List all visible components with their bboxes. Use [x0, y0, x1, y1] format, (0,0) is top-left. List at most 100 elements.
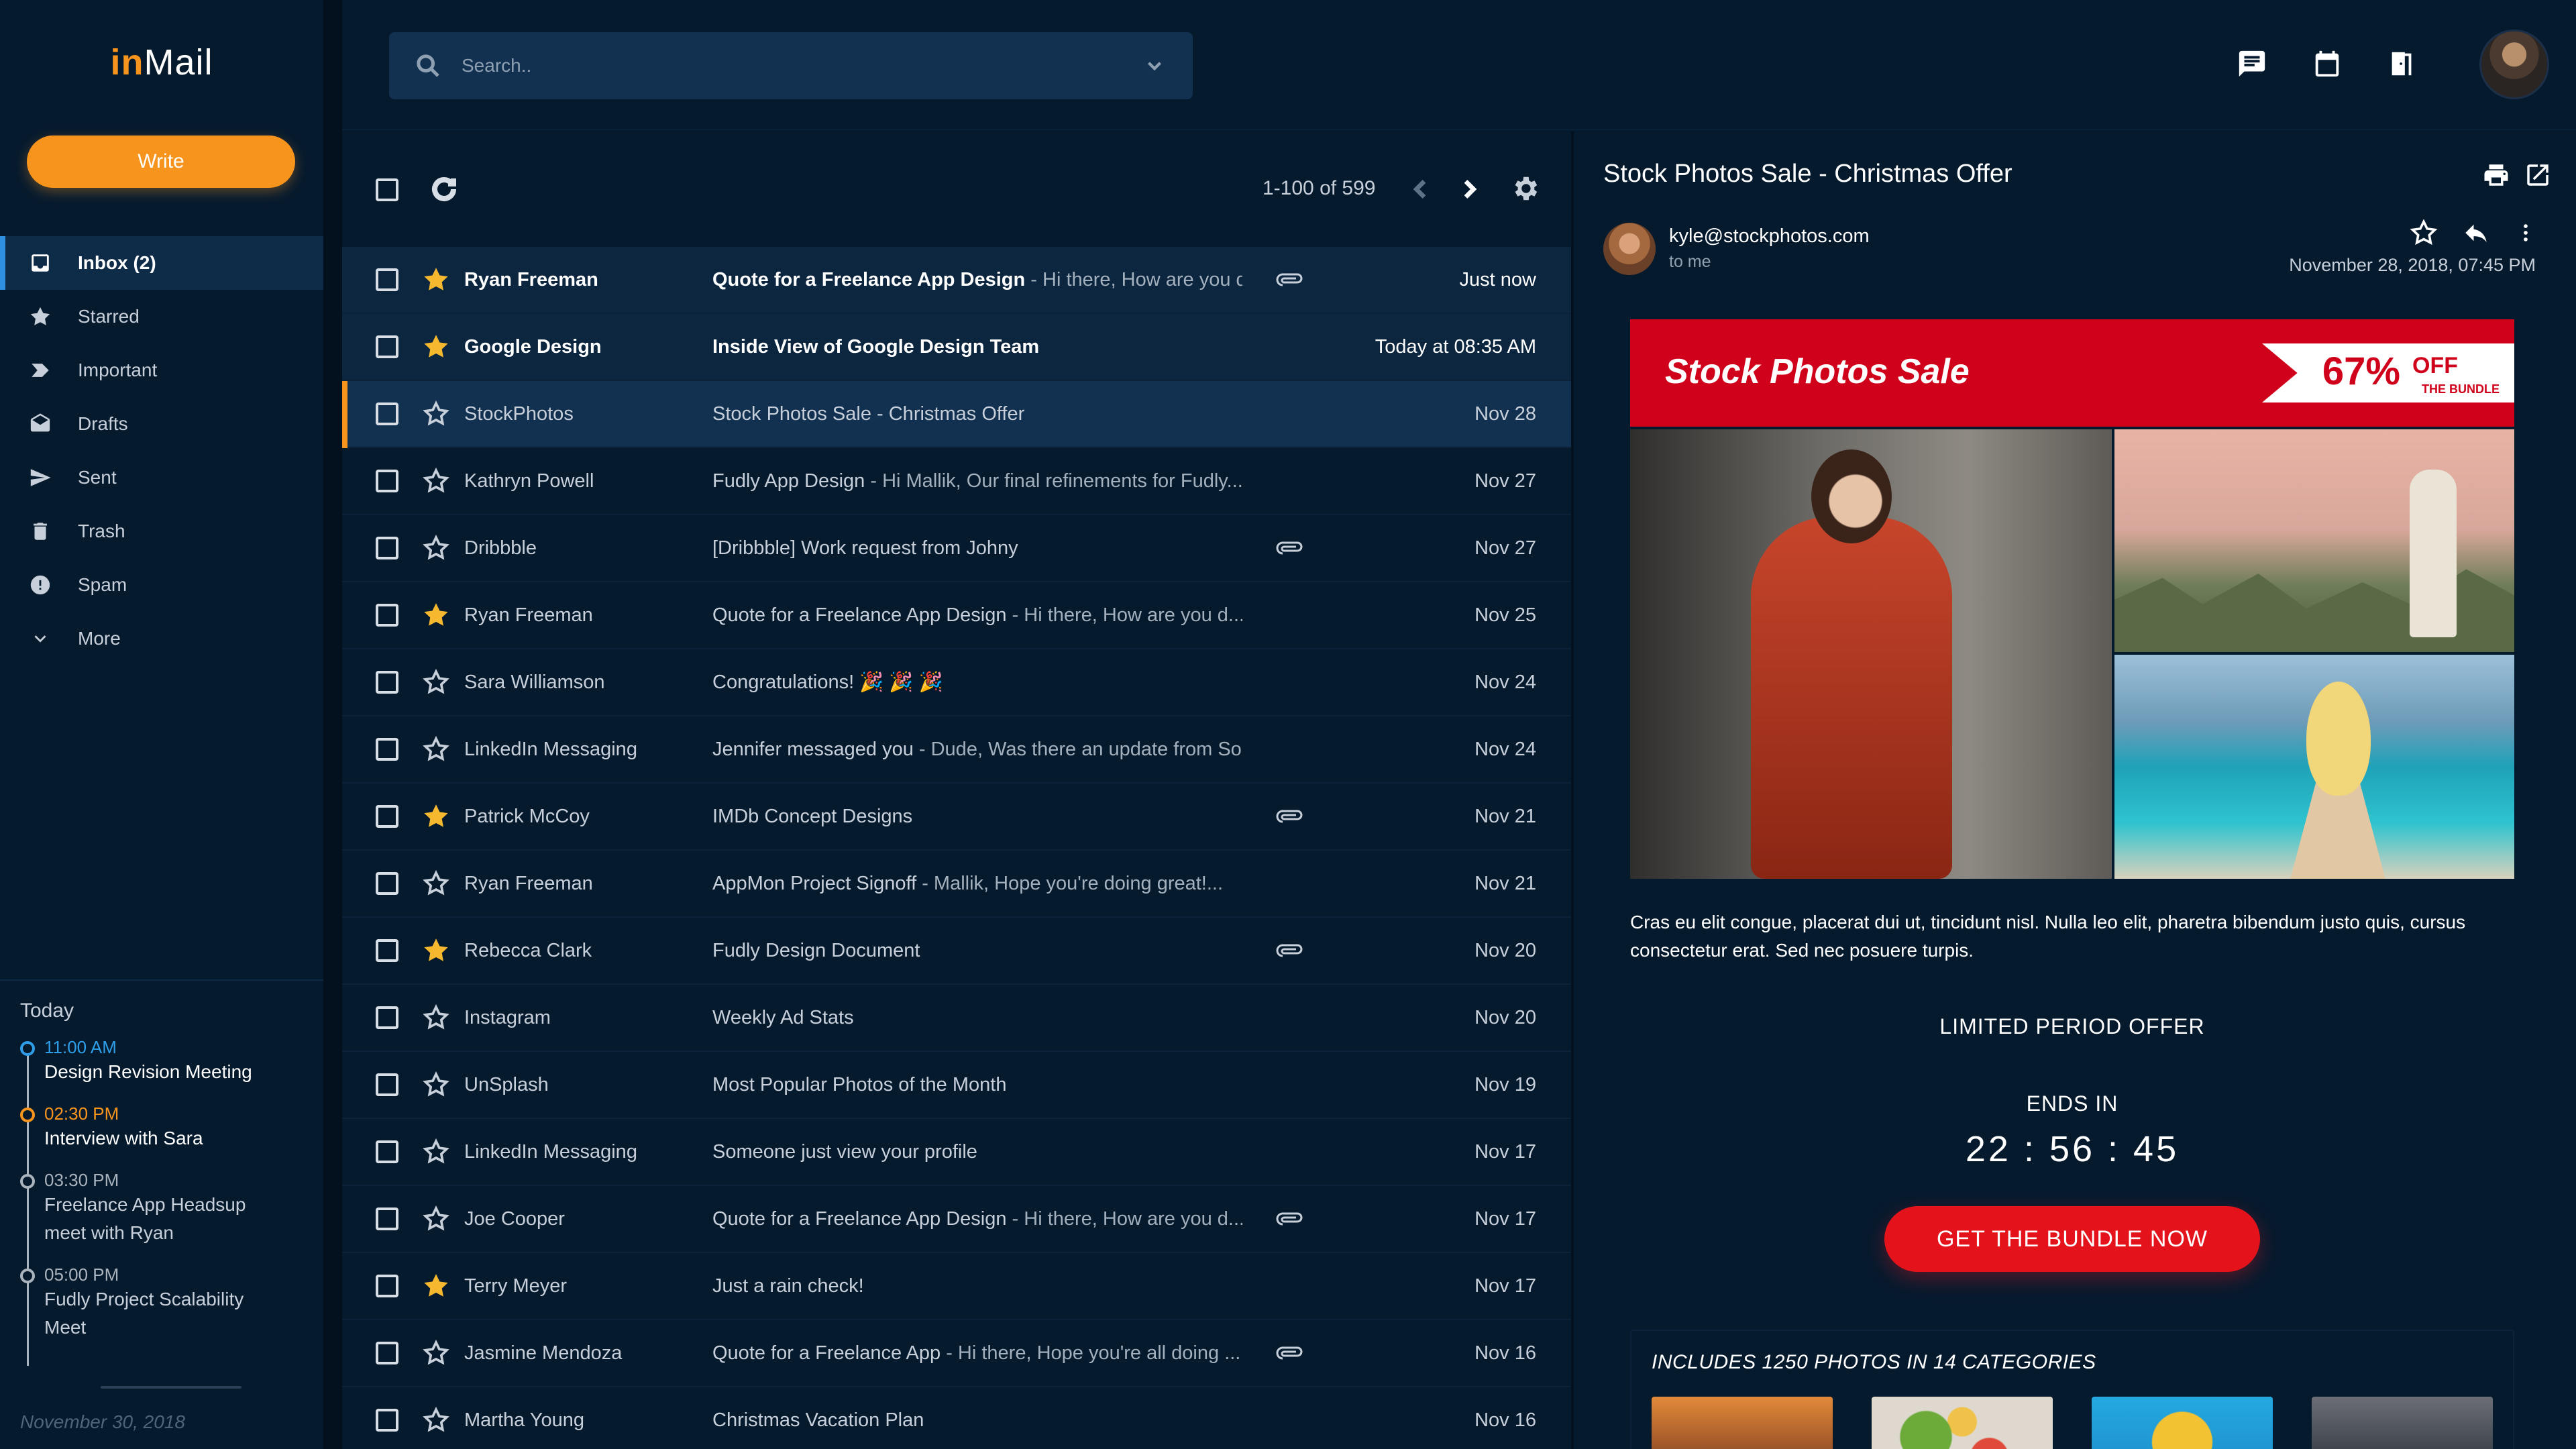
gear-icon[interactable]: [1509, 173, 1540, 204]
email-checkbox[interactable]: [376, 402, 398, 425]
email-row[interactable]: Google Design Inside View of Google Desig…: [342, 314, 1571, 381]
email-row[interactable]: UnSplash Most Popular Photos of the Month…: [342, 1052, 1571, 1119]
sidebar-item-important[interactable]: Important: [0, 343, 323, 397]
star-icon[interactable]: [423, 1273, 449, 1299]
email-row[interactable]: Terry Meyer Just a rain check! Nov 17: [342, 1253, 1571, 1320]
email-row[interactable]: LinkedIn Messaging Jennifer messaged you …: [342, 716, 1571, 784]
email-checkbox[interactable]: [376, 1140, 398, 1163]
email-row[interactable]: Rebecca Clark Fudly Design Document Nov 20: [342, 918, 1571, 985]
email-row[interactable]: Ryan Freeman Quote for a Freelance App De…: [342, 582, 1571, 649]
agenda-event[interactable]: 11:00 AM Design Revision Meeting: [20, 1037, 315, 1086]
email-row[interactable]: Dribbble [Dribbble] Work request from Joh…: [342, 515, 1571, 582]
star-icon[interactable]: [423, 937, 449, 964]
email-row[interactable]: Sara Williamson Congratulations! 🎉 🎉 🎉 Nov…: [342, 649, 1571, 716]
star-icon[interactable]: [423, 602, 449, 629]
email-subject-line: Just a rain check!: [712, 1275, 1242, 1297]
chevron-left-icon[interactable]: [1407, 176, 1434, 203]
photo-hot-air-balloons[interactable]: [2114, 429, 2514, 652]
sidebar-item-sent[interactable]: Sent: [0, 451, 323, 504]
star-icon[interactable]: [423, 870, 449, 897]
email-checkbox[interactable]: [376, 1006, 398, 1029]
sidebar-item-spam[interactable]: Spam: [0, 558, 323, 612]
get-bundle-button[interactable]: GET THE BUNDLE NOW: [1884, 1206, 2260, 1272]
email-checkbox[interactable]: [376, 1073, 398, 1096]
email-checkbox[interactable]: [376, 872, 398, 895]
agenda-scrollbar[interactable]: [101, 1386, 241, 1389]
email-row[interactable]: Martha Young Christmas Vacation Plan Nov 1…: [342, 1387, 1571, 1449]
star-icon[interactable]: [423, 1071, 449, 1098]
star-icon[interactable]: [423, 468, 449, 494]
star-icon[interactable]: [423, 1407, 449, 1434]
category-thumb[interactable]: [2312, 1397, 2493, 1449]
star-icon[interactable]: [423, 400, 449, 427]
star-icon[interactable]: [423, 669, 449, 696]
star-icon[interactable]: [423, 1205, 449, 1232]
countdown-timer: 22 : 56 : 45: [1965, 1129, 2180, 1169]
reply-icon[interactable]: [2462, 219, 2490, 247]
category-thumb[interactable]: [1872, 1397, 2053, 1449]
app-logo[interactable]: inMail: [0, 42, 323, 83]
star-icon[interactable]: [423, 736, 449, 763]
email-row[interactable]: Ryan Freeman AppMon Project Signoff - Mal…: [342, 851, 1571, 918]
chat-icon[interactable]: [2237, 48, 2267, 79]
email-checkbox[interactable]: [376, 805, 398, 828]
star-icon[interactable]: [423, 333, 449, 360]
photo-pineapple-beach[interactable]: [2114, 655, 2514, 879]
star-icon[interactable]: [423, 803, 449, 830]
sidebar-item-starred[interactable]: Starred: [0, 290, 323, 343]
sender-avatar[interactable]: [1603, 223, 1656, 275]
sidebar-divider: [0, 979, 323, 981]
star-icon[interactable]: [423, 1138, 449, 1165]
email-checkbox[interactable]: [376, 268, 398, 291]
email-checkbox[interactable]: [376, 335, 398, 358]
email-checkbox[interactable]: [376, 671, 398, 694]
write-button[interactable]: Write: [27, 136, 295, 188]
print-icon[interactable]: [2482, 161, 2510, 189]
chevron-right-icon[interactable]: [1456, 176, 1483, 203]
search-bar[interactable]: [389, 32, 1193, 99]
email-row[interactable]: Instagram Weekly Ad Stats Nov 20: [342, 985, 1571, 1052]
star-icon[interactable]: [423, 535, 449, 561]
email-row[interactable]: Kathryn Powell Fudly App Design - Hi Mall…: [342, 448, 1571, 515]
email-checkbox[interactable]: [376, 537, 398, 559]
more-vertical-icon[interactable]: [2514, 219, 2537, 247]
star-icon[interactable]: [423, 266, 449, 293]
email-checkbox[interactable]: [376, 939, 398, 962]
sender-email[interactable]: kyle@stockphotos.com: [1669, 225, 1870, 248]
calendar-icon[interactable]: [2312, 48, 2343, 79]
email-row[interactable]: Ryan Freeman Quote for a Freelance App De…: [342, 247, 1571, 314]
open-external-icon[interactable]: [2524, 161, 2552, 189]
email-row[interactable]: StockPhotos Stock Photos Sale - Christmas…: [342, 381, 1571, 448]
category-thumb[interactable]: [2092, 1397, 2273, 1449]
sidebar-item-inbox[interactable]: Inbox (2): [0, 236, 323, 290]
email-checkbox[interactable]: [376, 604, 398, 627]
refresh-icon[interactable]: [428, 173, 460, 205]
logout-door-icon[interactable]: [2387, 48, 2418, 79]
email-checkbox[interactable]: [376, 470, 398, 492]
email-row[interactable]: Joe Cooper Quote for a Freelance App Desi…: [342, 1186, 1571, 1253]
star-icon[interactable]: [2410, 219, 2438, 247]
email-checkbox[interactable]: [376, 1275, 398, 1297]
star-icon[interactable]: [423, 1004, 449, 1031]
search-input[interactable]: [462, 55, 1099, 76]
email-checkbox[interactable]: [376, 1208, 398, 1230]
photo-woman-red-coat[interactable]: [1630, 429, 2112, 879]
sidebar-item-trash[interactable]: Trash: [0, 504, 323, 558]
select-all-checkbox[interactable]: [376, 178, 398, 201]
chevron-down-icon[interactable]: [1143, 54, 1166, 77]
sidebar-item-more[interactable]: More: [0, 612, 323, 665]
email-row[interactable]: Patrick McCoy IMDb Concept Designs Nov 21: [342, 784, 1571, 851]
email-checkbox[interactable]: [376, 1409, 398, 1432]
agenda-event[interactable]: 05:00 PM Fudly Project Scalability Meet: [20, 1265, 315, 1342]
email-row[interactable]: LinkedIn Messaging Someone just view your…: [342, 1119, 1571, 1186]
star-icon[interactable]: [423, 1340, 449, 1366]
sidebar-item-drafts[interactable]: Drafts: [0, 397, 323, 451]
agenda-event[interactable]: 03:30 PM Freelance App Headsup meet with…: [20, 1170, 315, 1247]
email-checkbox[interactable]: [376, 738, 398, 761]
email-row[interactable]: Jasmine Mendoza Quote for a Freelance App…: [342, 1320, 1571, 1387]
category-thumb[interactable]: [1652, 1397, 1833, 1449]
user-avatar[interactable]: [2479, 30, 2549, 99]
email-checkbox[interactable]: [376, 1342, 398, 1364]
search-icon: [417, 54, 439, 77]
agenda-event[interactable]: 02:30 PM Interview with Sara: [20, 1104, 315, 1152]
